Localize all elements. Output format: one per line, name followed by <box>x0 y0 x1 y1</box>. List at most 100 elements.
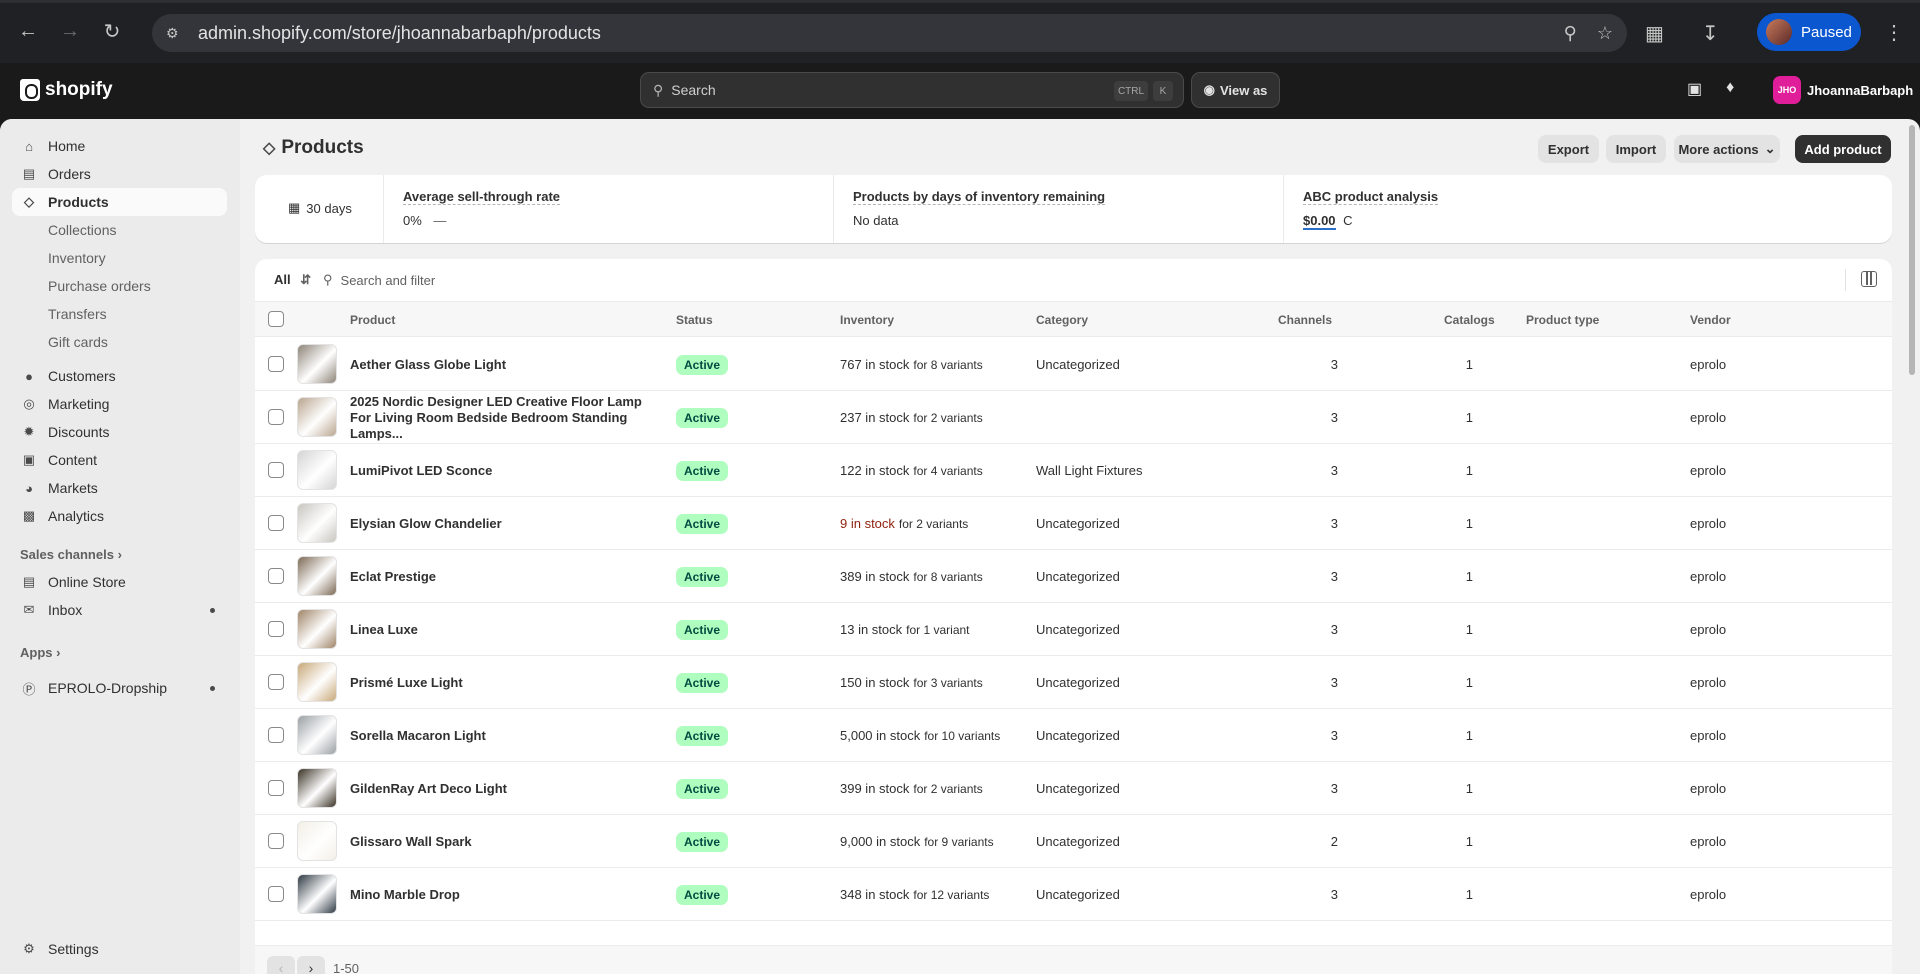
view-as-button[interactable]: ◉ View as <box>1191 72 1280 108</box>
sidebar-item-inbox[interactable]: ✉ Inbox <box>12 596 227 624</box>
sidebar-item-discounts[interactable]: ✹ Discounts <box>12 418 227 446</box>
row-checkbox[interactable] <box>268 727 284 743</box>
page-scrollbar[interactable] <box>1907 119 1917 974</box>
site-info-icon[interactable]: ⚙ <box>166 25 188 42</box>
column-header-category[interactable]: Category <box>1036 313 1088 327</box>
sidebar-item-inventory[interactable]: Inventory <box>12 244 227 272</box>
date-range-button[interactable]: ▦ 30 days <box>288 200 352 216</box>
search-filter-button[interactable]: ⚲ Search and filter <box>323 272 435 288</box>
table-row[interactable]: Eclat Prestige Active 389 in stock for 8 va… <box>255 550 1892 603</box>
sidebar-item-gift-cards[interactable]: Gift cards <box>12 328 227 356</box>
column-header-catalogs[interactable]: Catalogs <box>1444 313 1495 327</box>
row-checkbox[interactable] <box>268 409 284 425</box>
row-checkbox[interactable] <box>268 462 284 478</box>
product-name-link[interactable]: Prismé Luxe Light <box>350 675 463 691</box>
row-checkbox[interactable] <box>268 780 284 796</box>
column-header-vendor[interactable]: Vendor <box>1690 313 1731 327</box>
product-name-link[interactable]: 2025 Nordic Designer LED Creative Floor … <box>350 394 660 442</box>
shopify-logo[interactable]: shopify <box>20 79 113 101</box>
table-row[interactable]: Mino Marble Drop Active 348 in stock for 12… <box>255 868 1892 921</box>
apps-heading[interactable]: Apps › <box>20 645 60 660</box>
back-icon[interactable]: ← <box>14 18 42 46</box>
sidebar-item-orders[interactable]: ▤ Orders <box>12 160 227 188</box>
previous-page-button[interactable]: ‹ <box>267 956 295 974</box>
store-icon: ▤ <box>22 574 36 589</box>
sidebar-item-products[interactable]: ◇ Products <box>12 188 227 216</box>
table-row[interactable]: Glissaro Wall Spark Active 9,000 in stock f… <box>255 815 1892 868</box>
browser-menu-icon[interactable]: ⋮ <box>1884 20 1904 45</box>
column-header-product-type[interactable]: Product type <box>1526 313 1599 327</box>
product-name-link[interactable]: Mino Marble Drop <box>350 887 460 903</box>
forward-icon[interactable]: → <box>56 18 84 46</box>
row-checkbox[interactable] <box>268 621 284 637</box>
column-header-channels[interactable]: Channels <box>1278 313 1332 327</box>
product-name-link[interactable]: Glissaro Wall Spark <box>350 834 472 850</box>
days-inventory-metric[interactable]: Products by days of inventory remaining … <box>833 175 1283 243</box>
next-page-button[interactable]: › <box>297 956 325 974</box>
product-name-link[interactable]: Aether Glass Globe Light <box>350 357 506 373</box>
select-all-checkbox[interactable] <box>268 311 284 327</box>
table-row[interactable]: Elysian Glow Chandelier Active 9 in stock f… <box>255 497 1892 550</box>
bookmark-star-icon[interactable]: ☆ <box>1597 23 1613 44</box>
product-name-link[interactable]: GildenRay Art Deco Light <box>350 781 507 797</box>
row-checkbox[interactable] <box>268 515 284 531</box>
sell-through-label[interactable]: Average sell-through rate <box>403 189 561 205</box>
reload-icon[interactable]: ↻ <box>98 18 126 46</box>
add-product-button[interactable]: Add product <box>1795 135 1891 163</box>
row-checkbox[interactable] <box>268 356 284 372</box>
days-inventory-label[interactable]: Products by days of inventory remaining <box>853 189 1106 205</box>
sell-through-metric[interactable]: Average sell-through rate 0% — <box>383 175 838 243</box>
row-checkbox[interactable] <box>268 886 284 902</box>
sidebar-item-settings[interactable]: ⚙ Settings <box>12 935 227 963</box>
product-name-link[interactable]: Eclat Prestige <box>350 569 436 585</box>
profile-button[interactable]: Paused <box>1757 13 1861 51</box>
abc-analysis-metric[interactable]: ABC product analysis $0.00 C <box>1283 175 1733 243</box>
sidebar-item-markets[interactable]: ◕ Markets <box>12 474 227 502</box>
scrollbar-thumb[interactable] <box>1909 125 1915 375</box>
zoom-icon[interactable]: ⚲ <box>1564 23 1577 44</box>
sidebar-item-content[interactable]: ▣ Content <box>12 446 227 474</box>
product-name-link[interactable]: Elysian Glow Chandelier <box>350 516 502 532</box>
table-row[interactable]: LumiPivot LED Sconce Active 122 in stock fo… <box>255 444 1892 497</box>
sidebar-item-transfers[interactable]: Transfers <box>12 300 227 328</box>
import-button[interactable]: Import <box>1606 135 1666 163</box>
divider <box>1845 269 1846 291</box>
table-row[interactable]: GildenRay Art Deco Light Active 399 in sto… <box>255 762 1892 815</box>
table-row[interactable]: 2025 Nordic Designer LED Creative Floor … <box>255 391 1892 444</box>
abc-analysis-label[interactable]: ABC product analysis <box>1303 189 1439 205</box>
table-row[interactable]: Sorella Macaron Light Active 5,000 in stoc… <box>255 709 1892 762</box>
sidebar-item-home[interactable]: ⌂ Home <box>12 132 227 160</box>
row-checkbox[interactable] <box>268 568 284 584</box>
product-name-link[interactable]: Linea Luxe <box>350 622 418 638</box>
sidebar-item-online-store[interactable]: ▤ Online Store <box>12 568 227 596</box>
address-bar[interactable]: ⚙ admin.shopify.com/store/jhoannabarbaph… <box>152 14 1627 52</box>
store-menu-button[interactable]: JHO JhoannaBarbaph <box>1773 76 1913 104</box>
table-row[interactable]: Linea Luxe Active 13 in stock for 1 variant… <box>255 603 1892 656</box>
row-checkbox[interactable] <box>268 674 284 690</box>
product-name-link[interactable]: LumiPivot LED Sconce <box>350 463 492 479</box>
bell-icon[interactable]: ♦ <box>1726 79 1734 99</box>
row-checkbox[interactable] <box>268 833 284 849</box>
sidebar-item-marketing[interactable]: ◎ Marketing <box>12 390 227 418</box>
column-header-product[interactable]: Product <box>350 313 395 327</box>
table-row[interactable]: Aether Glass Globe Light Active 767 in sto… <box>255 338 1892 391</box>
view-selector[interactable]: All ⇵ <box>274 272 311 288</box>
global-search-input[interactable]: ⚲ Search CTRL K <box>640 72 1184 108</box>
sidebar-item-customers[interactable]: ● Customers <box>12 362 227 390</box>
sales-channels-heading[interactable]: Sales channels › <box>20 547 122 562</box>
column-header-inventory[interactable]: Inventory <box>840 313 894 327</box>
column-header-status[interactable]: Status <box>676 313 713 327</box>
download-icon[interactable]: ↧ <box>1702 21 1719 46</box>
sidebar-item-eprolo-dropship[interactable]: Ⓟ EPROLO-Dropship <box>12 674 227 702</box>
more-actions-button[interactable]: More actions ⌄ <box>1674 135 1780 163</box>
extensions-icon[interactable]: ▦ <box>1645 21 1664 46</box>
columns-icon[interactable] <box>1861 271 1877 287</box>
sidebar-item-analytics[interactable]: ▩ Analytics <box>12 502 227 530</box>
table-row[interactable]: Prismé Luxe Light Active 150 in stock for 3… <box>255 656 1892 709</box>
export-button[interactable]: Export <box>1538 135 1599 163</box>
sidekick-icon[interactable]: ▣ <box>1687 79 1702 99</box>
sidebar-item-collections[interactable]: Collections <box>12 216 227 244</box>
sidebar-item-purchase-orders[interactable]: Purchase orders <box>12 272 227 300</box>
product-name-link[interactable]: Sorella Macaron Light <box>350 728 486 744</box>
url-text[interactable]: admin.shopify.com/store/jhoannabarbaph/p… <box>198 23 601 44</box>
